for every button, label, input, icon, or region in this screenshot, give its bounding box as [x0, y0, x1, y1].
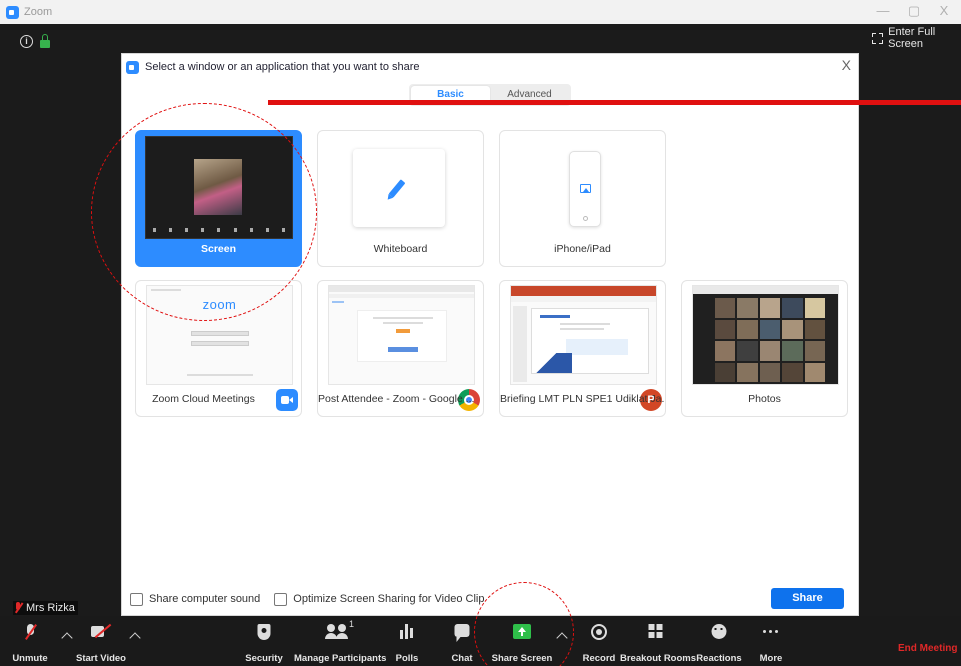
chat-label: Chat — [451, 653, 473, 664]
enter-full-screen-button[interactable]: Enter Full Screen — [872, 26, 961, 50]
tile-label: Zoom Cloud Meetings — [152, 393, 255, 405]
breakout-rooms-button[interactable]: Breakout Rooms — [620, 616, 697, 666]
zoom-app-icon — [6, 5, 19, 19]
participant-count: 1 — [349, 619, 355, 629]
video-options-caret[interactable] — [129, 632, 141, 644]
participant-name: Mrs Rizka — [26, 602, 75, 614]
close-window-button[interactable]: X — [933, 3, 955, 18]
more-label: More — [759, 653, 783, 664]
fullscreen-label: Enter Full Screen — [888, 26, 936, 50]
dialog-title: Select a window or an application that y… — [145, 61, 420, 73]
audio-options-caret[interactable] — [61, 632, 73, 644]
annotation-circle-screen — [91, 103, 317, 321]
reactions-icon — [711, 624, 727, 639]
tile-label: Post Attendee - Zoom - Google ... — [318, 393, 475, 405]
security-label: Security — [245, 653, 283, 664]
share-tile-photos[interactable]: Photos — [681, 280, 848, 417]
tile-label: iPhone/iPad — [554, 243, 611, 255]
maximize-button[interactable]: ▢ — [903, 3, 925, 19]
polls-icon — [400, 624, 414, 639]
record-label: Record — [582, 653, 616, 664]
breakout-rooms-icon — [648, 624, 664, 639]
zoom-window: Zoom — ▢ X i Enter Full Screen Mrs Rizka… — [0, 0, 961, 666]
share-tile-powerpoint-briefing[interactable]: P Briefing LMT PLN SPE1 Udiklat Ja... — [499, 280, 666, 417]
share-sound-label: Share computer sound — [149, 593, 261, 605]
reactions-label: Reactions — [696, 653, 742, 664]
window-title: Zoom — [24, 6, 53, 18]
polls-button[interactable]: Polls — [387, 616, 427, 666]
title-bar: Zoom — ▢ X — [0, 0, 961, 24]
start-video-button[interactable]: Start Video — [75, 616, 127, 666]
record-icon — [591, 624, 607, 640]
muted-mic-icon — [13, 602, 23, 614]
whiteboard-card — [353, 149, 445, 227]
more-button[interactable]: More — [753, 616, 789, 666]
tile-label: Whiteboard — [373, 243, 428, 255]
polls-label: Polls — [395, 653, 419, 664]
participant-name-tag: Mrs Rizka — [13, 601, 78, 615]
participants-icon — [325, 624, 349, 639]
manage-participants-label: Manage Participants — [294, 653, 387, 664]
more-icon — [763, 630, 779, 634]
video-off-icon — [91, 624, 111, 638]
security-button[interactable]: Security — [242, 616, 286, 666]
breakout-rooms-label: Breakout Rooms — [620, 653, 697, 664]
record-button[interactable]: Record — [579, 616, 619, 666]
chat-icon — [454, 624, 470, 642]
airplay-icon — [580, 184, 591, 193]
share-sound-checkbox[interactable] — [130, 592, 143, 606]
annotation-arrow-line — [268, 100, 961, 105]
manage-participants-button[interactable]: 1 Manage Participants — [294, 616, 387, 666]
share-button[interactable]: Share — [771, 588, 844, 609]
chrome-window-thumbnail — [328, 285, 475, 385]
zoom-icon — [126, 60, 139, 74]
mic-muted-icon — [25, 624, 35, 641]
optimize-video-label: Optimize Screen Sharing for Video Clip — [293, 593, 485, 605]
start-video-label: Start Video — [76, 653, 126, 664]
share-tile-whiteboard[interactable]: Whiteboard — [317, 130, 484, 267]
reactions-button[interactable]: Reactions — [696, 616, 742, 666]
powerpoint-window-thumbnail — [510, 285, 657, 385]
shield-icon — [257, 624, 271, 640]
pencil-icon — [388, 179, 406, 198]
share-tile-chrome-post-attendee[interactable]: Post Attendee - Zoom - Google ... — [317, 280, 484, 417]
phone-icon — [569, 151, 601, 227]
unmute-button[interactable]: Unmute — [8, 616, 52, 666]
unmute-label: Unmute — [12, 653, 48, 664]
end-meeting-button[interactable]: End Meeting — [898, 643, 957, 654]
share-tile-iphone-ipad[interactable]: iPhone/iPad — [499, 130, 666, 267]
tile-label: Briefing LMT PLN SPE1 Udiklat Ja... — [500, 393, 665, 405]
dialog-close-button[interactable]: X — [842, 58, 851, 72]
tile-label: Photos — [748, 393, 781, 405]
optimize-video-checkbox[interactable] — [274, 592, 288, 606]
minimize-button[interactable]: — — [872, 3, 894, 18]
dialog-header: Select a window or an application that y… — [122, 54, 858, 80]
fullscreen-icon — [872, 32, 884, 44]
info-icon[interactable]: i — [20, 35, 33, 48]
lock-icon[interactable] — [40, 34, 50, 48]
photos-window-thumbnail — [692, 285, 839, 385]
